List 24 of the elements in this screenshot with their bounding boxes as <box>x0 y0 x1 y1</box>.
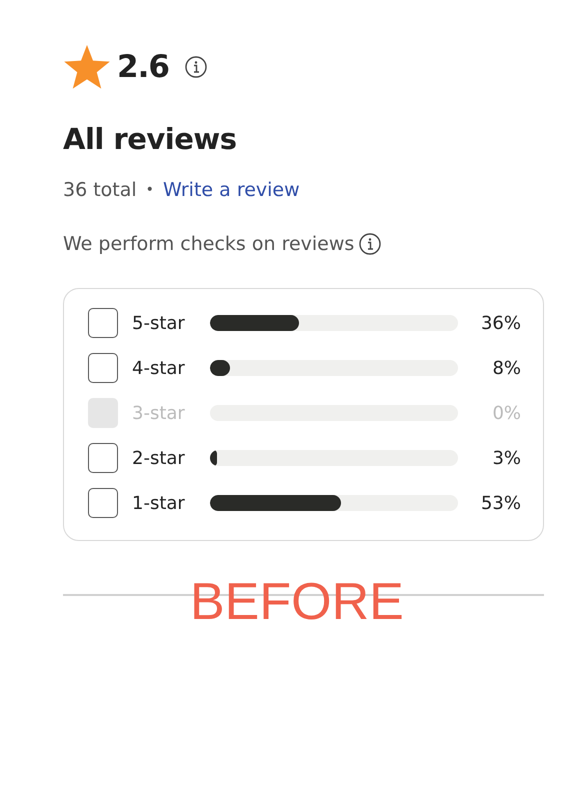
percent-label: 36% <box>480 312 521 334</box>
separator-dot: • <box>146 182 154 198</box>
checks-note: We perform checks on reviews <box>63 233 354 255</box>
percent-label: 53% <box>480 492 521 514</box>
filter-checkbox[interactable] <box>88 488 118 518</box>
review-count: 36 total <box>63 179 137 201</box>
filter-checkbox[interactable] <box>88 308 118 338</box>
star-icon <box>63 44 111 90</box>
star-label: 1-star <box>132 492 186 514</box>
filter-checkbox[interactable] <box>88 443 118 473</box>
percent-label: 3% <box>491 448 521 468</box>
write-review-link[interactable]: Write a review <box>162 179 300 201</box>
info-icon[interactable] <box>359 233 382 255</box>
star-label: 4-star <box>132 358 186 378</box>
section-heading: All reviews <box>63 122 238 156</box>
star-label: 2-star <box>132 448 186 468</box>
info-icon[interactable] <box>184 56 207 78</box>
star-label: 5-star <box>132 312 186 334</box>
filter-checkbox[interactable] <box>88 353 118 383</box>
annotation-label: BEFORE <box>190 572 404 632</box>
percent-label: 0% <box>491 402 521 424</box>
rating-value: 2.6 <box>117 49 169 85</box>
star-label: 3-star <box>132 402 186 424</box>
percent-label: 8% <box>491 358 521 378</box>
